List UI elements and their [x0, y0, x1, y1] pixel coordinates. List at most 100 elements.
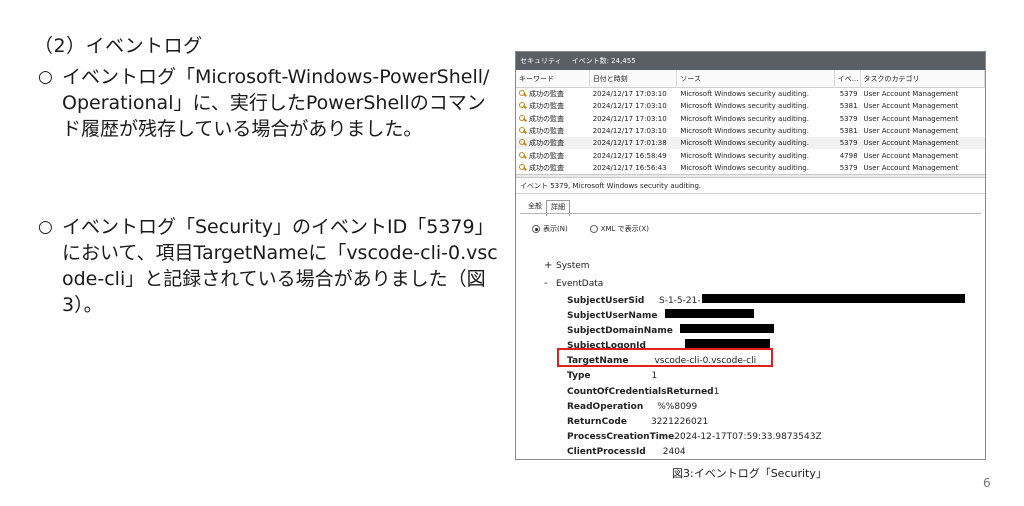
keyword-cell: 成功の監査	[516, 101, 590, 111]
circle-bullet-icon: ○	[38, 67, 53, 87]
bullet-text: イベントログ「Security」のイベントID「5379」において、項目Targ…	[62, 216, 498, 316]
column-header-keyword[interactable]: キーワード	[516, 69, 590, 88]
keyword-cell-text: 成功の監査	[529, 90, 564, 99]
datetime-cell: 2024/12/17 17:03:10	[590, 90, 678, 98]
field-row: SubjectUserName	[567, 309, 965, 324]
event-id-cell-text: 4798	[839, 151, 858, 160]
field-row: SubjectUserSid S-1-5-21-	[567, 294, 965, 309]
keyword-cell: 成功の監査	[516, 138, 590, 148]
category-cell-text: User Account Management	[863, 90, 959, 99]
datetime-cell: 2024/12/17 17:03:10	[590, 115, 678, 123]
category-cell: User Account Management	[861, 102, 985, 110]
category-cell: User Account Management	[861, 164, 985, 172]
category-cell: User Account Management	[861, 127, 985, 135]
event-row[interactable]: 成功の監査 2024/12/17 17:03:10 Microsoft Window…	[516, 113, 985, 125]
field-name: ReturnCode	[567, 416, 627, 427]
event-list-header: キーワード 日付と時刻 ソース イベ... タスクのカテゴリ	[516, 69, 985, 88]
bullet-security: ○ イベントログ「Security」のイベントID「5379」において、項目Ta…	[38, 214, 503, 318]
field-name: SubjectUserSid	[567, 296, 645, 306]
keyword-cell: 成功の監査	[516, 114, 590, 124]
field-value: 2024-12-17T07:59:33.9873543Z	[674, 431, 822, 442]
source-cell-text: Microsoft Windows security auditing.	[680, 163, 809, 172]
event-id-cell-text: 5381	[839, 127, 858, 136]
redaction-bar	[685, 339, 770, 349]
collapse-icon[interactable]: -	[544, 275, 556, 293]
event-id-cell: 4798	[835, 152, 861, 160]
event-id-cell: 5379	[835, 90, 861, 98]
field-row: Type 1	[567, 369, 965, 384]
expand-icon[interactable]: +	[544, 257, 556, 275]
event-count: イベント数: 24,455	[571, 57, 636, 65]
key-icon	[519, 139, 527, 146]
field-name: ReadOperation	[567, 401, 644, 412]
section-heading: （2）イベントログ	[34, 35, 203, 57]
field-name: ClientProcessId	[567, 446, 646, 457]
keyword-cell: 成功の監査	[516, 163, 590, 173]
source-cell: Microsoft Windows security auditing.	[677, 115, 834, 123]
datetime-cell: 2024/12/17 16:58:49	[590, 152, 678, 160]
log-header: セキュリティ イベント数: 24,455	[516, 52, 985, 70]
field-value: 2404	[662, 446, 686, 457]
event-id-cell-text: 5379	[839, 114, 858, 123]
source-cell: Microsoft Windows security auditing.	[677, 102, 834, 110]
category-cell-text: User Account Management	[863, 139, 959, 148]
event-row[interactable]: 成功の監査 2024/12/17 17:01:38 Microsoft Window…	[516, 137, 985, 150]
targetname-highlight-box	[557, 348, 773, 367]
field-name: SubjectDomainName	[567, 326, 673, 337]
datetime-cell-text: 2024/12/17 17:03:10	[592, 114, 667, 123]
category-cell: User Account Management	[861, 115, 985, 123]
event-row[interactable]: 成功の監査 2024/12/17 16:58:49 Microsoft Window…	[516, 149, 985, 161]
category-cell-text: User Account Management	[863, 114, 959, 123]
keyword-cell-text: 成功の監査	[529, 151, 564, 160]
event-id-cell: 5381	[835, 102, 861, 110]
field-value: %%8099	[657, 401, 698, 412]
redaction-bar	[701, 294, 965, 303]
keyword-cell-text: 成功の監査	[529, 139, 564, 148]
category-cell-text: User Account Management	[863, 163, 959, 172]
radio-selected-icon	[532, 225, 540, 233]
event-row[interactable]: 成功の監査 2024/12/17 17:03:10 Microsoft Window…	[516, 125, 985, 137]
datetime-cell-text: 2024/12/17 17:03:10	[592, 102, 667, 111]
event-id-cell: 5379	[835, 115, 861, 123]
column-header-datetime[interactable]: 日付と時刻	[590, 69, 678, 88]
field-value: 1	[713, 386, 720, 397]
event-id-cell: 5381	[835, 127, 861, 135]
tree-node-eventdata[interactable]: - EventData	[544, 275, 603, 293]
view-xml-radio[interactable]: XML で表示(X)	[589, 224, 649, 234]
source-cell-text: Microsoft Windows security auditing.	[680, 102, 809, 111]
field-value: 1	[651, 371, 658, 382]
datetime-cell: 2024/12/17 16:56:43	[590, 164, 678, 172]
column-header-category[interactable]: タスクのカテゴリ	[861, 69, 985, 88]
column-header-event-id[interactable]: イベ...	[835, 69, 861, 88]
event-row[interactable]: 成功の監査 2024/12/17 17:03:10 Microsoft Window…	[516, 100, 985, 112]
event-id-cell: 5379	[835, 164, 861, 172]
event-viewer-screenshot: セキュリティ イベント数: 24,455 キーワード 日付と時刻 ソース イベ.…	[515, 51, 986, 460]
figure-caption: 図3:イベントログ「Security」	[672, 467, 827, 480]
event-list: 成功の監査 2024/12/17 17:03:10 Microsoft Window…	[516, 88, 985, 174]
event-row[interactable]: 成功の監査 2024/12/17 16:56:43 Microsoft Window…	[516, 162, 985, 174]
event-id-cell-text: 5379	[839, 139, 858, 148]
datetime-cell-text: 2024/12/17 17:03:10	[592, 90, 667, 99]
view-friendly-radio[interactable]: 表示(N)	[532, 224, 568, 234]
source-cell-text: Microsoft Windows security auditing.	[680, 114, 809, 123]
keyword-cell-text: 成功の監査	[529, 163, 564, 172]
event-id-cell-text: 5381	[839, 102, 858, 111]
keyword-cell-text: 成功の監査	[529, 127, 564, 136]
event-row[interactable]: 成功の監査 2024/12/17 17:03:10 Microsoft Window…	[516, 88, 985, 100]
category-cell-text: User Account Management	[863, 151, 959, 160]
field-name: Type	[567, 371, 591, 382]
radio-unselected-icon	[589, 225, 598, 233]
field-row: ReturnCode 3221226021	[567, 415, 965, 430]
detail-pane: 表示(N) XML で表示(X) + System - EventData Subj…	[520, 213, 981, 459]
column-header-source[interactable]: ソース	[677, 69, 835, 88]
datetime-cell: 2024/12/17 17:03:10	[590, 102, 678, 110]
field-row: ProcessCreationTime 2024-12-17T07:59:33.9…	[567, 430, 965, 445]
radio-label: XML で表示(X)	[600, 225, 649, 233]
key-icon	[519, 114, 527, 122]
page-number: 6	[983, 476, 991, 490]
source-cell-text: Microsoft Windows security auditing.	[680, 139, 809, 148]
category-cell: User Account Management	[861, 139, 985, 147]
tree-node-system[interactable]: + System	[544, 257, 603, 275]
source-cell: Microsoft Windows security auditing.	[677, 90, 834, 98]
event-title: イベント 5379, Microsoft Windows security au…	[516, 178, 985, 195]
